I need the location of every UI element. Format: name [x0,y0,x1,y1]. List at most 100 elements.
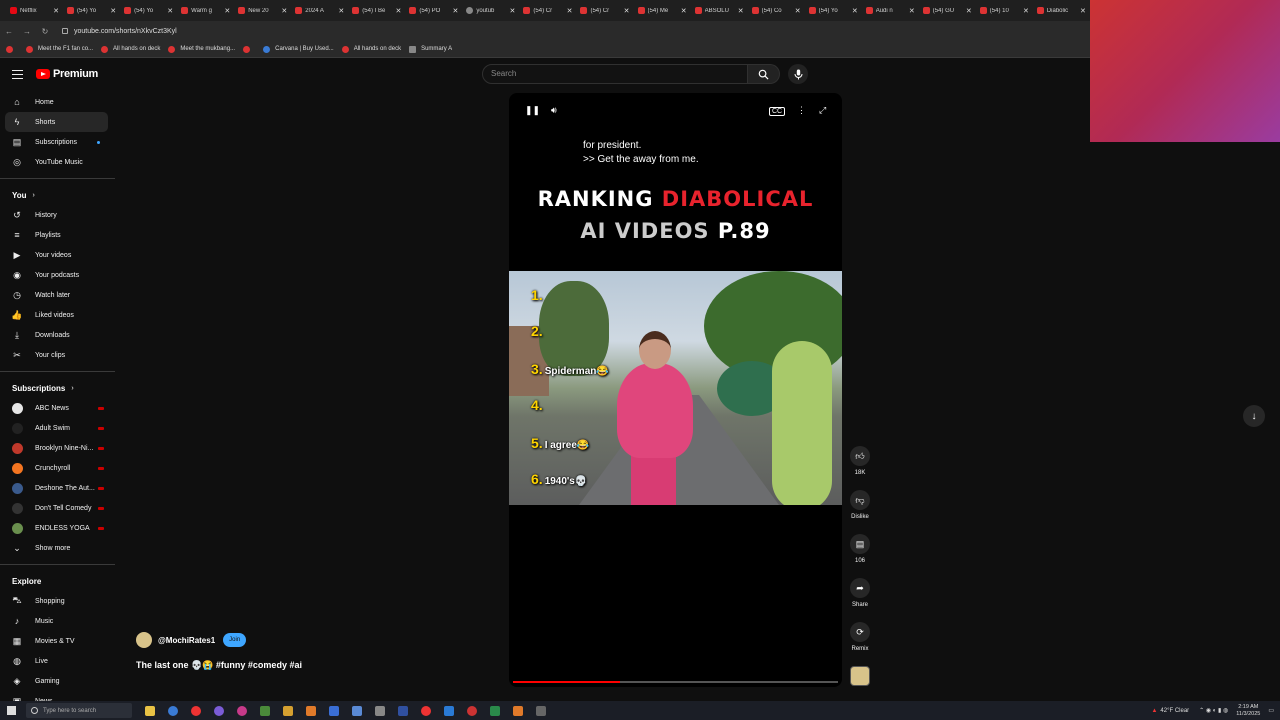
url-field[interactable]: youtube.com/shorts/nXkvCzt3Kyl [62,28,177,35]
notifications-icon[interactable]: ▭ [1268,707,1274,714]
app-icon-8[interactable] [352,705,362,716]
sidebar-item-show-more[interactable]: ⌄ Show more [5,538,108,558]
bookmark-item[interactable]: Summary A [409,45,452,53]
tab-close-icon[interactable]: ✕ [738,7,744,15]
comments-button[interactable]: ▤ 106 [844,534,876,578]
app-icon-14[interactable] [536,705,546,716]
channel-handle[interactable]: @MochiRates1 [158,636,215,645]
voice-search-button[interactable] [788,64,808,84]
tab-close-icon[interactable]: ✕ [567,7,573,15]
pause-icon[interactable]: ❚❚ [525,105,540,116]
app-icon-4[interactable] [260,705,270,716]
sidebar-item-youtube-music[interactable]: ◎ YouTube Music [5,152,108,172]
tab-close-icon[interactable]: ✕ [681,7,687,15]
tab-close-icon[interactable]: ✕ [966,7,972,15]
browser-tab[interactable]: Audi n ✕ [862,0,919,21]
browser-tab[interactable]: youtub ✕ [462,0,519,21]
sidebar-item-movies-tv[interactable]: ▦ Movies & TV [5,631,108,651]
browser-tab[interactable]: (54) 10 ✕ [976,0,1033,21]
browser-tab[interactable]: (54) Yo ✕ [120,0,177,21]
sidebar-item-shopping[interactable]: ⛍ Shopping [5,591,108,611]
sidebar-item-history[interactable]: ↺ History [5,205,108,225]
browser-tab[interactable]: (54) Co ✕ [748,0,805,21]
browser-tab[interactable]: (54) PO ✕ [405,0,462,21]
back-icon[interactable]: ← [0,27,18,36]
next-video-button[interactable]: ↓ [1243,405,1265,427]
remix-button[interactable]: ⟳ Remix [844,622,876,666]
subscription-item[interactable]: ABC News [5,398,108,418]
browser-tab[interactable]: (54) Yo ✕ [805,0,862,21]
site-info-icon[interactable] [62,28,68,34]
join-button[interactable]: Join [223,633,247,647]
subscriptions-heading[interactable]: Subscriptions › [0,378,115,398]
sidebar-item-watch-later[interactable]: ◷ Watch later [5,285,108,305]
you-heading[interactable]: You › [0,185,115,205]
search-button[interactable] [748,64,780,84]
tab-close-icon[interactable]: ✕ [510,7,516,15]
app-icon-11[interactable] [444,705,454,716]
sidebar-item-shorts[interactable]: ϟ Shorts [5,112,108,132]
menu-icon[interactable] [12,70,23,79]
weather-text[interactable]: 42°F Clear [1160,708,1189,714]
fullscreen-icon[interactable]: ⤢ [819,105,826,116]
subscription-item[interactable]: Deshone The Aut... [5,478,108,498]
volume-icon[interactable]: 🔊︎ [551,105,557,116]
sidebar-item-music[interactable]: ♪ Music [5,611,108,631]
tab-close-icon[interactable]: ✕ [338,7,344,15]
tab-close-icon[interactable]: ✕ [281,7,287,15]
browser-tab[interactable]: Netflix ✕ [6,0,63,21]
share-button[interactable]: ➦ Share [844,578,876,622]
tab-close-icon[interactable]: ✕ [624,7,630,15]
browser-tab[interactable]: Diabolic ✕ [1033,0,1090,21]
sidebar-item-your-videos[interactable]: ▶ Your videos [5,245,108,265]
bookmark-item[interactable]: Meet the F1 fan co... [26,45,93,53]
app-icon-9[interactable] [398,705,408,716]
app-icon-2[interactable] [214,705,224,716]
like-button[interactable]: 👍︎ 18K [844,446,876,490]
sidebar-item-playlists[interactable]: ≡ Playlists [5,225,108,245]
subscription-item[interactable]: Adult Swim [5,418,108,438]
tab-close-icon[interactable]: ✕ [1023,7,1029,15]
tray-icons[interactable]: ⌃ ◉ ◐ ▮ ◍ [1199,707,1228,714]
sidebar-item-home[interactable]: ⌂ Home [5,92,108,112]
app-icon-10[interactable] [421,705,431,716]
excel-icon[interactable] [490,705,500,716]
tab-close-icon[interactable]: ✕ [1080,7,1086,15]
browser-tab[interactable]: (54) Cr ✕ [519,0,576,21]
browser-tab[interactable]: New 20 ✕ [234,0,291,21]
sidebar-item-live[interactable]: ◍ Live [5,651,108,671]
app-icon-7[interactable] [329,705,339,716]
tab-close-icon[interactable]: ✕ [852,7,858,15]
app-icon-12[interactable] [467,705,477,716]
sidebar-item-downloads[interactable]: ⤓ Downloads [5,325,108,345]
bookmark-item[interactable]: All hands on deck [341,45,401,53]
browser-tab[interactable]: (54) I Be ✕ [348,0,405,21]
shorts-player[interactable]: ❚❚ 🔊︎ CC ⋮ ⤢ for president. >> Get the a… [509,93,842,687]
reload-icon[interactable]: ↻ [36,27,54,36]
chrome-icon[interactable] [191,705,201,716]
sidebar-item-subscriptions[interactable]: ▤ Subscriptions [5,132,108,152]
more-options-icon[interactable]: ⋮ [797,105,806,116]
browser-tab[interactable]: (54) Cr ✕ [576,0,633,21]
browser-tab[interactable]: (54) Me ✕ [634,0,691,21]
app-icon-6[interactable] [306,705,316,716]
app-icon-1[interactable] [145,705,155,716]
sidebar-item-liked-videos[interactable]: 👍 Liked videos [5,305,108,325]
browser-tab[interactable]: (54) GU ✕ [919,0,976,21]
tab-close-icon[interactable]: ✕ [395,7,401,15]
browser-tab[interactable]: Warm g ✕ [177,0,234,21]
bookmark-item[interactable]: All hands on deck [101,45,160,53]
tab-close-icon[interactable]: ✕ [909,7,915,15]
bookmark-item[interactable]: Meet the mukbang... [168,45,235,53]
windows-start-icon[interactable] [7,706,16,715]
forward-icon[interactable]: → [18,27,36,36]
browser-tab[interactable]: ABSOLU ✕ [691,0,748,21]
progress-bar[interactable] [513,681,838,683]
video-title[interactable]: The last one 💀😭 #funny #comedy #ai [136,660,302,671]
youtube-premium-logo[interactable]: Premium [36,68,98,80]
bookmark-item[interactable]: Carvana | Buy Used... [263,45,334,53]
channel-avatar[interactable] [136,632,152,648]
bookmark-item[interactable] [243,45,255,53]
app-icon-3[interactable] [237,705,247,716]
tab-close-icon[interactable]: ✕ [110,7,116,15]
